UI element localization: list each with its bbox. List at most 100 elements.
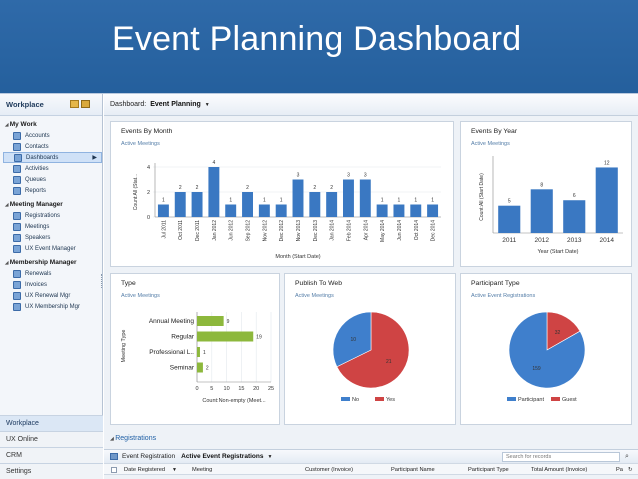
x-tick-label: Dec 2012 — [279, 220, 285, 242]
column-meeting[interactable]: Meeting — [192, 467, 212, 473]
data-label: 1 — [431, 198, 434, 204]
area-switcher: Workplace UX Online CRM Settings — [0, 415, 103, 479]
crm-app: Workplace My Work Accounts Contacts Dash… — [0, 93, 638, 479]
data-label: 4 — [212, 160, 215, 166]
registrations-grid-toolbar: Event Registration Active Event Registra… — [104, 449, 638, 463]
section-title[interactable]: My Work — [3, 119, 102, 130]
data-label: 2 — [196, 185, 199, 191]
sidebar-item-ux-renewal-mgr[interactable]: UX Renewal Mgr — [3, 290, 102, 301]
x-axis-label: Count:Non-empty (Meet... — [202, 398, 266, 404]
invoices-icon — [13, 280, 21, 289]
column-total-amount[interactable]: Total Amount (Invoice) — [531, 467, 587, 473]
publish-to-web-chart: 21 10 No Yes — [332, 311, 410, 403]
y-tick-label: Regular — [171, 334, 195, 341]
sidebar-item-queues[interactable]: Queues — [3, 174, 102, 185]
y-axis-label: Count:All (Stat... — [133, 174, 139, 210]
data-label: 1 — [381, 198, 384, 204]
sidebar-item-renewals[interactable]: Renewals — [3, 268, 102, 279]
x-tick-label: Dec 2013 — [313, 220, 319, 242]
y-tick-label: Annual Meeting — [149, 318, 195, 325]
bar — [595, 167, 618, 233]
legend-label: Yes — [386, 397, 395, 403]
data-label: 19 — [256, 335, 262, 341]
dashboard-main: Dashboard: Event Planning ▼ Events By Mo… — [104, 94, 638, 479]
sidebar-item-meetings[interactable]: Meetings — [3, 221, 102, 232]
bar — [309, 192, 321, 217]
area-ux-online[interactable]: UX Online — [0, 431, 103, 447]
bar — [197, 362, 203, 373]
sidebar-item-invoices[interactable]: Invoices — [3, 279, 102, 290]
sidebar-item-activities[interactable]: Activities — [3, 163, 102, 174]
sort-down-icon[interactable]: ▼ — [172, 467, 177, 473]
legend-swatch — [341, 397, 350, 401]
data-label: 159 — [532, 366, 541, 372]
section-title[interactable]: Membership Manager — [3, 257, 102, 268]
chevron-down-icon[interactable]: ▼ — [267, 454, 272, 460]
bar — [530, 189, 553, 233]
legend-label: No — [352, 397, 359, 403]
entity-name: Event Registration — [122, 453, 176, 460]
select-all-checkbox[interactable] — [111, 467, 117, 473]
sidebar-item-contacts[interactable]: Contacts — [3, 141, 102, 152]
data-label: 5 — [508, 199, 511, 205]
panel-events-by-month: Events By Month Active Meetings 0 2 4 1 Jul … — [110, 121, 454, 267]
column-date-registered[interactable]: Date Registered — [124, 467, 165, 473]
column-participant-type[interactable]: Participant Type — [468, 467, 509, 473]
section-title[interactable]: Meeting Manager — [3, 199, 102, 210]
x-tick-label: Sep 2012 — [246, 220, 252, 242]
bar — [376, 204, 388, 217]
refresh-icon[interactable]: ↻ — [628, 467, 633, 473]
x-tick-label: Nov 2013 — [296, 220, 302, 242]
bar — [427, 204, 439, 217]
data-label: 3 — [347, 173, 350, 179]
x-axis-label: Year (Start Date) — [537, 249, 578, 255]
sidebar-item-ux-membership-mgr[interactable]: UX Membership Mgr — [3, 301, 102, 312]
column-customer[interactable]: Customer (Invoice) — [305, 467, 353, 473]
slide-title: Event Planning Dashboard — [112, 20, 522, 58]
bar — [359, 179, 371, 217]
chevron-right-icon: ▶ — [92, 155, 97, 161]
data-label: 1 — [162, 198, 165, 204]
data-label: 12 — [604, 160, 610, 166]
data-label: 2 — [313, 185, 316, 191]
data-label: 10 — [350, 337, 356, 343]
data-label: 9 — [227, 319, 230, 325]
area-crm[interactable]: CRM — [0, 447, 103, 463]
chevron-down-icon[interactable]: ▼ — [205, 102, 210, 108]
sidebar-item-speakers[interactable]: Speakers — [3, 232, 102, 243]
dashboard-select[interactable]: Event Planning — [150, 101, 201, 108]
sidebar-item-ux-event-manager[interactable]: UX Event Manager — [3, 243, 102, 254]
activities-icon — [13, 164, 21, 173]
events-by-month-chart: 0 2 4 1 Jul 2011 2 Oct 2011 2 Dec 2011 4 Jan 2012 1… — [133, 160, 441, 260]
view-select[interactable]: Active Event Registrations — [181, 453, 263, 460]
panel-participant-type: Participant Type Active Event Registrati… — [460, 273, 632, 425]
folder-icon[interactable] — [80, 99, 90, 110]
home-icon[interactable] — [69, 99, 79, 110]
area-settings[interactable]: Settings — [0, 463, 103, 479]
bar — [208, 167, 220, 217]
sidebar-item-reports[interactable]: Reports — [3, 185, 102, 196]
splitter-handle[interactable] — [101, 274, 103, 288]
x-tick-label: Dec 2014 — [431, 220, 437, 242]
x-tick-label: Oct 2014 — [414, 220, 420, 241]
panel-publish-to-web: Publish To Web Active Meetings 21 10 No Yes — [284, 273, 456, 425]
bar — [242, 192, 253, 217]
sidebar-item-dashboards[interactable]: Dashboards ▶ — [3, 152, 102, 163]
registrations-icon — [13, 211, 21, 220]
y-axis-label: Meeting Type — [121, 330, 127, 363]
sidebar-item-accounts[interactable]: Accounts — [3, 130, 102, 141]
search-icon[interactable]: ⌕ — [622, 452, 632, 462]
bar — [393, 204, 405, 217]
sidebar-item-registrations[interactable]: Registrations — [3, 210, 102, 221]
data-label: 2 — [246, 185, 249, 191]
area-workplace[interactable]: Workplace — [0, 415, 103, 431]
search-input[interactable]: Search for records — [502, 452, 620, 462]
column-pa[interactable]: Pa — [616, 467, 623, 473]
column-participant-name[interactable]: Participant Name — [391, 467, 435, 473]
registrations-link[interactable]: Registrations — [110, 435, 156, 442]
x-tick-label: Feb 2014 — [346, 220, 352, 241]
data-label: 3 — [364, 173, 367, 179]
bar — [258, 204, 270, 217]
x-tick-label: Dec 2011 — [195, 220, 201, 241]
events-by-year-chart: 5 2011 8 2012 6 2013 12 2014 Count:All (Start Da… — [479, 156, 623, 255]
